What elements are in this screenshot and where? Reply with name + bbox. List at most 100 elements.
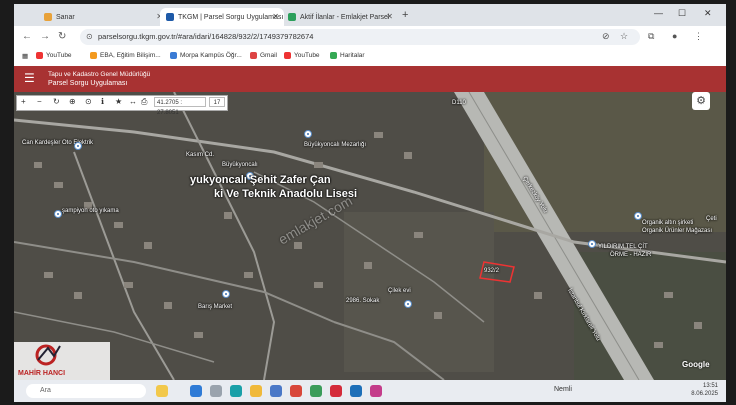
clock[interactable]: 13:51 8.06.2025 xyxy=(682,382,718,398)
maximize-icon[interactable]: ☐ xyxy=(678,8,686,19)
tab-label: Sanar xyxy=(56,13,75,21)
info-icon[interactable]: ℹ xyxy=(101,97,104,106)
print-icon[interactable]: ⎙ xyxy=(141,97,147,107)
tkgm-favicon xyxy=(166,13,174,21)
zoom-in-icon[interactable]: + xyxy=(21,97,26,106)
bookmark-morpa[interactable]: Morpa Kampüs Öğr... xyxy=(170,52,242,59)
google-logo: Google xyxy=(682,360,710,369)
close-icon[interactable]: ✕ xyxy=(386,12,393,21)
bookmark-label: YouTube xyxy=(294,52,320,59)
measure-icon[interactable]: ↔ xyxy=(129,97,137,106)
edge-icon[interactable] xyxy=(230,385,242,397)
favorite-icon[interactable]: ★ xyxy=(115,97,122,106)
address-bar[interactable]: ⊙ parselsorgu.tkgm.gov.tr/#ara/idari/164… xyxy=(80,29,640,45)
hamburger-menu-icon[interactable]: ☰ xyxy=(24,71,35,85)
identify-icon[interactable]: ⊙ xyxy=(85,97,92,106)
bookmark-label: Morpa Kampüs Öğr... xyxy=(180,52,242,59)
place-pin-icon[interactable] xyxy=(74,142,82,150)
logo-name: MAHİR HANCI xyxy=(18,370,66,377)
bookmark-youtube-2[interactable]: YouTube xyxy=(284,52,320,59)
new-tab-button[interactable]: + xyxy=(402,9,408,21)
weather-status[interactable]: Nemli xyxy=(554,386,572,393)
satellite-map[interactable]: Büyükyoncalı Mezarlığı Kasım Cd. Büyükyo… xyxy=(14,92,726,380)
back-icon[interactable]: ← xyxy=(22,31,32,42)
locate-icon[interactable]: ⊕ xyxy=(69,97,76,106)
maps-icon xyxy=(330,52,337,59)
minimize-icon[interactable]: — xyxy=(654,8,663,18)
bookmark-youtube[interactable]: YouTube xyxy=(36,52,72,59)
task-view-icon[interactable] xyxy=(210,385,222,397)
start-icon[interactable] xyxy=(190,385,202,397)
map-label-kasim: Kasım Cd. xyxy=(186,152,215,158)
menu-icon[interactable]: ⋮ xyxy=(694,31,703,42)
map-toolbar: + − ↻ ⊕ ⊙ ℹ ★ ↔ ⎙ 41.2705 : 27.8051 17 xyxy=(16,95,228,116)
profile-avatar[interactable]: ● xyxy=(672,31,677,41)
tab-emlakjet[interactable]: Aktif İlanlar - Emlakjet Parsel ✕ xyxy=(282,8,398,26)
tab-tkgm[interactable]: TKGM | Parsel Sorgu Uygulaması ✕ xyxy=(160,8,284,26)
settings-gear-icon[interactable]: ⚙ xyxy=(692,92,710,110)
bookmark-maps[interactable]: Haritalar xyxy=(330,52,365,59)
tab-label: TKGM | Parsel Sorgu Uygulaması xyxy=(178,13,284,21)
youtube-icon xyxy=(284,52,291,59)
logo-mark-icon xyxy=(35,344,61,366)
close-window-icon[interactable]: ✕ xyxy=(704,8,712,19)
bookmark-eba[interactable]: EBA, Eğitim Bilişim... xyxy=(90,52,161,59)
place-pin-icon[interactable] xyxy=(634,212,642,220)
file-explorer-icon[interactable] xyxy=(250,385,262,397)
place-pin-icon[interactable] xyxy=(304,130,312,138)
place-pin-icon[interactable] xyxy=(404,300,412,308)
store-icon[interactable] xyxy=(270,385,282,397)
place-pin-icon[interactable] xyxy=(54,210,62,218)
coordinate-readout: 41.2705 : 27.8051 xyxy=(154,97,206,116)
tab-label: Aktif İlanlar - Emlakjet Parsel xyxy=(300,13,390,21)
map-label-ceti: Çeti xyxy=(706,216,717,222)
chrome-icon[interactable] xyxy=(290,385,302,397)
bookmark-label: Haritalar xyxy=(340,52,365,59)
map-label-sampiyon: şampiyon oto yıkama xyxy=(62,208,119,214)
morpa-icon xyxy=(170,52,177,59)
app-icon[interactable] xyxy=(310,385,322,397)
eye-off-icon[interactable]: ⊘ xyxy=(602,31,610,42)
bookmark-label: Gmail xyxy=(260,52,277,59)
bookmark-star-icon[interactable]: ☆ xyxy=(620,31,628,42)
zoom-out-icon[interactable]: − xyxy=(37,97,42,106)
extensions-icon[interactable]: ⧉ xyxy=(648,31,654,42)
map-label-cilek: Çilek evi xyxy=(388,288,411,294)
bookmark-apps-icon[interactable]: ▦ xyxy=(22,52,28,60)
app-icon-3[interactable] xyxy=(370,385,382,397)
taskbar-search[interactable]: Ara xyxy=(26,384,146,398)
forward-icon[interactable]: → xyxy=(40,31,50,42)
app-title: Parsel Sorgu Uygulaması xyxy=(48,80,128,87)
tab-sanar[interactable]: Sanar ✕ xyxy=(38,8,168,26)
bookmarks-bar: ▦ YouTube EBA, Eğitim Bilişim... Morpa K… xyxy=(14,48,726,67)
bookmark-gmail[interactable]: Gmail xyxy=(250,52,277,59)
windows-taskbar: Ara Nemli 13:51 8.06.2025 xyxy=(14,380,726,402)
sanar-favicon xyxy=(44,13,52,21)
map-label-organik-1: Organik altın şirketi xyxy=(642,220,694,226)
bookmark-label: YouTube xyxy=(46,52,72,59)
opera-icon[interactable] xyxy=(330,385,342,397)
map-label-baris: Barış Market xyxy=(198,304,233,310)
widgets-icon[interactable] xyxy=(156,385,168,397)
reload-icon[interactable]: ↻ xyxy=(58,31,66,42)
agency-name: Tapu ve Kadastro Genel Müdürlüğü xyxy=(48,71,151,78)
map-label-yildirim-1: YILDIRIM TEL ÇİT xyxy=(598,244,648,250)
clock-date: 8.06.2025 xyxy=(691,391,718,397)
map-label-school-1: yukyoncalı Şehit Zafer Çan xyxy=(190,174,331,186)
gmail-icon xyxy=(250,52,257,59)
map-label-organik-2: Organik Ürünler Mağazası xyxy=(642,228,713,234)
tab-strip: Sanar ✕ TKGM | Parsel Sorgu Uygulaması ✕… xyxy=(14,4,726,26)
app-icon-2[interactable] xyxy=(350,385,362,397)
zoom-level: 17 xyxy=(209,97,225,107)
parcel-number[interactable]: 932/2 xyxy=(484,268,499,274)
close-icon[interactable]: ✕ xyxy=(272,12,279,21)
place-pin-icon[interactable] xyxy=(588,240,596,248)
site-info-icon[interactable]: ⊙ xyxy=(86,32,93,41)
place-pin-icon[interactable] xyxy=(222,290,230,298)
youtube-icon xyxy=(36,52,43,59)
refresh-icon[interactable]: ↻ xyxy=(53,97,60,106)
map-label-cemetery: Büyükyoncalı Mezarlığı xyxy=(304,142,367,148)
app-header: ☰ Tapu ve Kadastro Genel Müdürlüğü Parse… xyxy=(14,66,726,92)
emlakjet-favicon xyxy=(288,13,296,21)
map-label-buyukyoncali: Büyükyoncalı xyxy=(222,162,258,168)
